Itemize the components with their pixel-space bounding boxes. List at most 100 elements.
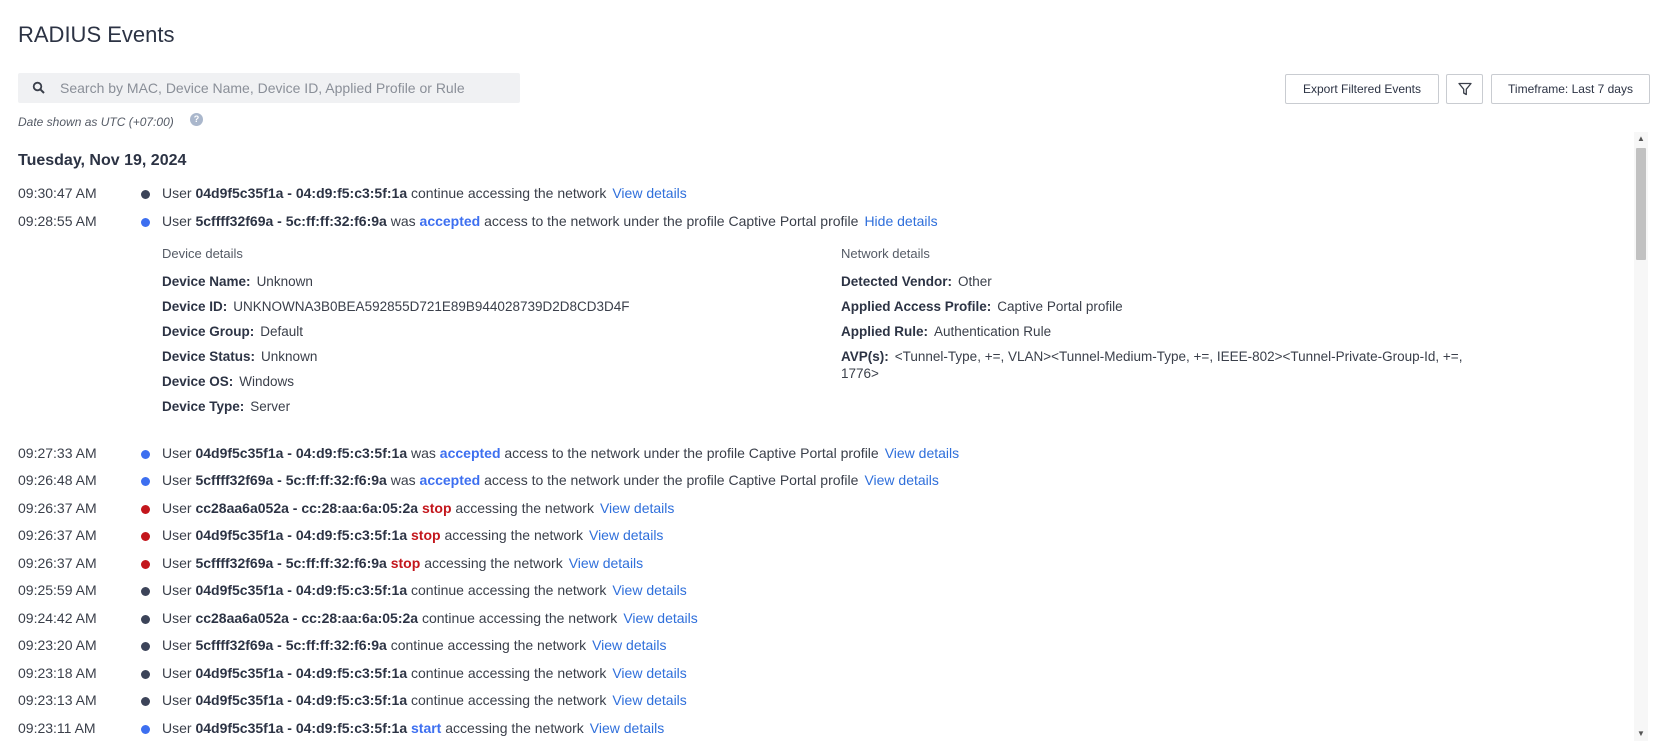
network-detail-field: Detected Vendor: Other: [841, 269, 1491, 294]
status-dot-icon: [141, 218, 150, 227]
event-row: 09:23:11 AM User 04d9f5c35f1a - 04:d9:f5:…: [0, 720, 1600, 740]
event-description: accessing the network: [445, 720, 584, 736]
event-row: 09:26:37 AM User 04d9f5c35f1a - 04:d9:f5:…: [0, 527, 1600, 547]
view-details-link[interactable]: View details: [864, 472, 938, 488]
scroll-up-arrow-icon[interactable]: ▲: [1634, 132, 1648, 146]
device-detail-field-label: Device Group:: [162, 324, 255, 339]
timeframe-dropdown[interactable]: Timeframe: Last 7 days: [1491, 74, 1650, 104]
event-description: accessing the network: [455, 500, 594, 516]
event-row: 09:28:55 AM User 5cffff32f69a - 5c:ff:ff:…: [0, 213, 1600, 233]
network-detail-field-value: <Tunnel-Type, +=, VLAN><Tunnel-Medium-Ty…: [841, 349, 1463, 381]
view-details-link[interactable]: View details: [612, 665, 686, 681]
event-details-panel: Device details Device Name: Unknown Device…: [0, 246, 1600, 414]
event-description: accessing the network: [444, 527, 583, 543]
network-detail-field: Applied Access Profile: Captive Portal pr…: [841, 294, 1491, 319]
view-details-link[interactable]: View details: [589, 527, 663, 543]
scroll-down-arrow-icon[interactable]: ▼: [1634, 727, 1648, 741]
event-verb: was: [390, 213, 416, 229]
status-dot-icon: [141, 642, 150, 651]
user-prefix: User: [162, 610, 192, 626]
user-identifier: 04d9f5c35f1a - 04:d9:f5:c3:5f:1a: [195, 582, 408, 598]
event-row: 09:23:18 AM User 04d9f5c35f1a - 04:d9:f5:…: [0, 665, 1600, 685]
search-input[interactable]: [58, 73, 520, 103]
user-prefix: User: [162, 720, 192, 736]
user-identifier: cc28aa6a052a - cc:28:aa:6a:05:2a: [195, 610, 419, 626]
network-detail-field-label: Applied Rule:: [841, 324, 928, 339]
device-detail-field-label: Device Type:: [162, 399, 245, 414]
user-prefix: User: [162, 472, 192, 488]
event-message: User cc28aa6a052a - cc:28:aa:6a:05:2a st…: [162, 500, 674, 516]
status-dot-icon: [141, 532, 150, 541]
device-detail-field-value: Unknown: [256, 274, 313, 289]
event-message: User 04d9f5c35f1a - 04:d9:f5:c3:5f:1a st…: [162, 527, 663, 543]
event-description: access to the network under the profile …: [484, 213, 859, 229]
user-prefix: User: [162, 185, 192, 201]
filter-button[interactable]: [1446, 74, 1483, 104]
device-detail-field: Device ID: UNKNOWNA3B0BEA592855D721E89B94…: [162, 294, 630, 319]
network-details-heading: Network details: [841, 246, 930, 261]
device-details-column: Device details Device Name: Unknown Device…: [162, 246, 630, 419]
status-dot-icon: [141, 560, 150, 569]
event-verb: was: [411, 445, 436, 461]
view-details-link[interactable]: View details: [612, 185, 686, 201]
view-details-link[interactable]: View details: [612, 582, 686, 598]
network-detail-field-value: Captive Portal profile: [997, 299, 1123, 314]
event-message: User 04d9f5c35f1a - 04:d9:f5:c3:5f:1a co…: [162, 185, 687, 201]
event-status: accepted: [439, 445, 501, 461]
search-box[interactable]: [18, 73, 520, 103]
device-detail-field-value: Server: [250, 399, 291, 414]
filter-icon: [1457, 82, 1472, 96]
user-prefix: User: [162, 213, 192, 229]
event-time: 09:26:37 AM: [18, 527, 97, 543]
view-details-link[interactable]: View details: [590, 720, 664, 736]
view-details-link[interactable]: View details: [592, 637, 666, 653]
scrollbar-thumb[interactable]: [1636, 148, 1646, 260]
event-time: 09:23:20 AM: [18, 637, 97, 653]
user-identifier: 04d9f5c35f1a - 04:d9:f5:c3:5f:1a: [195, 692, 408, 708]
event-status: stop: [411, 527, 441, 543]
event-row: 09:26:37 AM User 5cffff32f69a - 5c:ff:ff:…: [0, 555, 1600, 575]
event-row: 09:27:33 AM User 04d9f5c35f1a - 04:d9:f5:…: [0, 445, 1600, 465]
export-filtered-events-button[interactable]: Export Filtered Events: [1285, 74, 1439, 104]
view-details-link[interactable]: View details: [885, 445, 959, 461]
help-icon[interactable]: ?: [190, 113, 203, 126]
hide-details-link[interactable]: Hide details: [864, 213, 937, 229]
status-dot-icon: [141, 587, 150, 596]
event-message: User 04d9f5c35f1a - 04:d9:f5:c3:5f:1a co…: [162, 692, 687, 708]
view-details-link[interactable]: View details: [612, 692, 686, 708]
event-message: User 5cffff32f69a - 5c:ff:ff:32:f6:9a wa…: [162, 213, 938, 229]
event-time: 09:23:13 AM: [18, 692, 97, 708]
events-feed: Tuesday, Nov 19, 2024 09:30:47 AM User 04…: [0, 132, 1630, 741]
device-detail-field-value: Unknown: [261, 349, 318, 364]
event-row: 09:30:47 AM User 04d9f5c35f1a - 04:d9:f5:…: [0, 185, 1600, 205]
event-time: 09:30:47 AM: [18, 185, 97, 201]
event-row: 09:23:20 AM User 5cffff32f69a - 5c:ff:ff:…: [0, 637, 1600, 657]
user-identifier: 5cffff32f69a - 5c:ff:ff:32:f6:9a: [195, 637, 387, 653]
event-description: continue accessing the network: [411, 665, 607, 681]
user-prefix: User: [162, 527, 192, 543]
user-identifier: 5cffff32f69a - 5c:ff:ff:32:f6:9a: [195, 555, 387, 571]
device-detail-field-label: Device ID:: [162, 299, 228, 314]
event-status: accepted: [419, 213, 481, 229]
status-dot-icon: [141, 670, 150, 679]
user-identifier: 04d9f5c35f1a - 04:d9:f5:c3:5f:1a: [195, 527, 408, 543]
user-prefix: User: [162, 665, 192, 681]
vertical-scrollbar[interactable]: ▲ ▼: [1634, 132, 1648, 741]
network-detail-field-label: AVP(s):: [841, 349, 889, 364]
device-detail-field: Device Type: Server: [162, 394, 630, 419]
event-time: 09:23:18 AM: [18, 665, 97, 681]
event-description: continue accessing the network: [411, 185, 607, 201]
device-detail-field-label: Device OS:: [162, 374, 234, 389]
view-details-link[interactable]: View details: [623, 610, 697, 626]
view-details-link[interactable]: View details: [600, 500, 674, 516]
device-detail-field-label: Device Status:: [162, 349, 256, 364]
page-title: RADIUS Events: [18, 22, 175, 47]
device-details-heading: Device details: [162, 246, 243, 261]
network-detail-field-value: Other: [958, 274, 992, 289]
user-identifier: cc28aa6a052a - cc:28:aa:6a:05:2a: [195, 500, 419, 516]
view-details-link[interactable]: View details: [569, 555, 643, 571]
user-prefix: User: [162, 637, 192, 653]
device-detail-field-label: Device Name:: [162, 274, 251, 289]
network-detail-field: Applied Rule: Authentication Rule: [841, 319, 1491, 344]
user-prefix: User: [162, 582, 192, 598]
